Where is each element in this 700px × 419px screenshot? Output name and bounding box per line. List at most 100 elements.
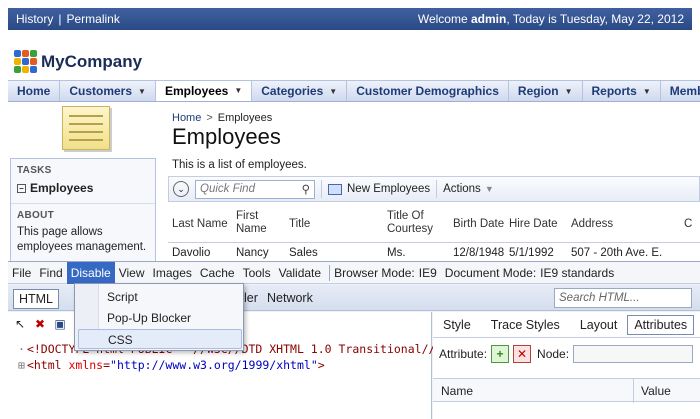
chevron-down-icon[interactable]: ▼ xyxy=(138,87,146,96)
collapse-chevron-icon[interactable]: ⌄ xyxy=(173,181,189,197)
tree-line-icon: · xyxy=(18,342,25,356)
breadcrumb-current: Employees xyxy=(217,112,273,124)
breadcrumb-home[interactable]: Home xyxy=(172,112,201,124)
logo-cube xyxy=(22,58,29,65)
devtools-menu-tools[interactable]: Tools xyxy=(239,262,275,284)
tab-attributes[interactable]: Attributes xyxy=(627,314,695,335)
logo-cube xyxy=(30,50,37,57)
nav-item-label: Customer Demographics xyxy=(356,84,499,98)
column-header[interactable]: Birth Date xyxy=(453,218,504,231)
top-bar: History | Permalink Welcome admin, Today i… xyxy=(8,8,692,30)
column-header[interactable]: C xyxy=(684,218,692,231)
column-header[interactable]: Address xyxy=(571,218,613,231)
nav-item-home[interactable]: Home xyxy=(8,81,61,101)
clear-icon[interactable]: ✖ xyxy=(32,316,48,332)
nav-item-reports[interactable]: Reports ▼ xyxy=(583,81,661,101)
column-divider xyxy=(633,379,634,403)
node-select[interactable] xyxy=(573,345,694,363)
devtools-menu-file[interactable]: File xyxy=(8,262,35,284)
chevron-down-icon[interactable]: ▼ xyxy=(643,87,651,96)
column-value[interactable]: Value xyxy=(641,384,671,398)
nav-item-region[interactable]: Region ▼ xyxy=(509,81,583,101)
new-employees-button[interactable]: New Employees xyxy=(328,183,430,195)
nav-item-label: Home xyxy=(17,84,51,98)
devtools-menu-find[interactable]: Find xyxy=(35,262,66,284)
column-header[interactable]: Title Of Courtesy xyxy=(387,210,433,236)
chevron-down-icon[interactable]: ▼ xyxy=(565,87,573,96)
logo-cube xyxy=(14,66,21,73)
menu-item-popup-blocker[interactable]: Pop-Up Blocker xyxy=(101,308,191,328)
attributes-table-header: Name Value xyxy=(433,378,700,403)
browser-mode-value[interactable]: IE9 xyxy=(419,266,437,280)
html-node-line[interactable]: ⊞ <html xmlns="http://www.w3.org/1999/xht… xyxy=(18,358,325,372)
welcome-date: , Today is Tuesday, May 22, 2012 xyxy=(506,12,684,26)
devtools-menu-images[interactable]: Images xyxy=(149,262,196,284)
page-description: This is a list of employees. xyxy=(172,159,307,171)
quick-find-input[interactable]: Quick Find ⚲ xyxy=(195,179,315,199)
column-header[interactable]: Title xyxy=(289,218,310,231)
attributes-pane: Style Trace Styles Layout Attributes Att… xyxy=(433,312,700,419)
new-employees-label: New Employees xyxy=(347,183,431,195)
chevron-down-icon[interactable]: ▼ xyxy=(234,86,242,95)
expand-icon[interactable]: ⊞ xyxy=(18,358,25,372)
devtools-menu-cache[interactable]: Cache xyxy=(196,262,239,284)
menu-item-css[interactable]: CSS xyxy=(78,329,242,349)
logo-cube xyxy=(30,58,37,65)
actions-menu[interactable]: Actions ▼ xyxy=(443,183,494,195)
tab-html[interactable]: HTML xyxy=(13,289,59,309)
nav-item-memb[interactable]: Memb xyxy=(661,81,700,101)
html-toolbar-icons: ↖ ✖ ▣ xyxy=(12,316,72,332)
sidebar-task-employees[interactable]: – Employees xyxy=(11,176,155,195)
document-mode-value[interactable]: IE9 standards xyxy=(540,266,614,280)
chevron-down-icon[interactable]: ▼ xyxy=(329,87,337,96)
nav-item-categories[interactable]: Categories ▼ xyxy=(252,81,348,101)
top-links-separator: | xyxy=(58,12,62,26)
column-header[interactable]: Hire Date xyxy=(509,218,558,231)
nav-item-customers[interactable]: Customers ▼ xyxy=(60,81,156,101)
nav-item-customer-demographics[interactable]: Customer Demographics xyxy=(347,81,509,101)
tab-trace-styles[interactable]: Trace Styles xyxy=(481,318,570,332)
column-header[interactable]: First Name xyxy=(236,210,267,236)
company-logo[interactable]: MyCompany xyxy=(14,50,142,73)
add-attribute-icon[interactable]: + xyxy=(491,345,510,363)
page-title: Employees xyxy=(172,124,281,149)
devtools-menu-disable[interactable]: Disable xyxy=(66,261,115,284)
history-link[interactable]: History xyxy=(16,12,53,26)
devtools-menu-view[interactable]: View xyxy=(115,262,149,284)
devtools-menu-validate[interactable]: Validate xyxy=(275,262,325,284)
nav-item-label: Reports xyxy=(591,84,637,98)
search-html-input[interactable]: Search HTML... xyxy=(554,288,692,308)
page-icon xyxy=(62,106,110,150)
tab-style[interactable]: Style xyxy=(433,318,481,332)
browser-mode-label: Browser Mode: xyxy=(334,265,415,280)
delete-attribute-icon[interactable]: ✕ xyxy=(513,345,532,363)
tab-network[interactable]: Network xyxy=(267,291,313,305)
save-icon[interactable]: ▣ xyxy=(52,316,68,332)
nav-item-label: Categories xyxy=(261,84,324,98)
logo-cube xyxy=(14,50,21,57)
html-tag-open: <html xyxy=(26,358,69,372)
logo-cube xyxy=(14,58,21,65)
logo-cube xyxy=(30,66,37,73)
table-row[interactable]: Davolio Nancy Sales Ms. 12/8/1948 5/1/19… xyxy=(168,244,700,260)
permalink-link[interactable]: Permalink xyxy=(66,12,119,26)
cell-title: Sales xyxy=(289,247,318,259)
cell-address: 507 - 20th Ave. E. xyxy=(571,247,663,259)
column-header[interactable]: Last Name xyxy=(172,218,228,231)
tasks-header: TASKS xyxy=(17,165,52,176)
actions-label: Actions xyxy=(443,183,481,195)
tab-profiler[interactable]: ler xyxy=(244,291,258,305)
tab-layout[interactable]: Layout xyxy=(570,318,628,332)
welcome-text: Welcome admin, Today is Tuesday, May 22,… xyxy=(418,12,684,26)
nav-item-employees[interactable]: Employees ▼ xyxy=(155,81,253,101)
search-icon[interactable]: ⚲ xyxy=(302,182,310,196)
attribute-label: Attribute: xyxy=(439,347,488,361)
user-name[interactable]: admin xyxy=(471,12,506,26)
select-element-icon[interactable]: ↖ xyxy=(12,316,28,332)
column-name[interactable]: Name xyxy=(441,384,473,398)
logo-icon xyxy=(14,50,37,73)
menu-item-script[interactable]: Script xyxy=(101,287,138,307)
breadcrumb-separator: > xyxy=(206,112,213,124)
html-attr-value: "http://www.w3.org/1999/xhtml" xyxy=(110,358,318,372)
html-tag-close: > xyxy=(317,358,325,372)
